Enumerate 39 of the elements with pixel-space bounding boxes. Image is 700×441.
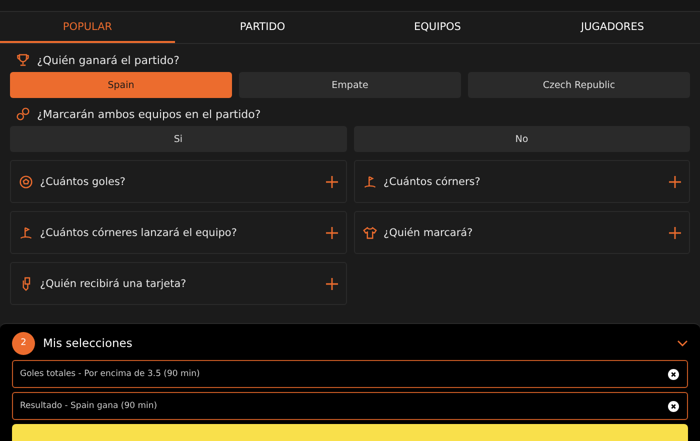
option-button[interactable]: Si xyxy=(10,126,346,152)
selections-title: Mis selecciones xyxy=(43,336,134,350)
option-button[interactable]: Empate xyxy=(239,72,461,98)
tab[interactable]: PARTIDO xyxy=(175,12,350,43)
plus-icon[interactable] xyxy=(669,176,681,188)
chevron-down-icon[interactable] xyxy=(677,340,688,346)
market-title: ¿Quién recibirá una tarjeta? xyxy=(40,278,188,290)
tab[interactable]: JUGADORES xyxy=(525,12,700,43)
market-title: ¿Quién marcará? xyxy=(384,226,474,238)
market-card[interactable]: ¿Cuántos goles? xyxy=(10,160,346,203)
plus-icon[interactable] xyxy=(669,226,681,238)
remove-icon[interactable] xyxy=(668,368,679,380)
tab[interactable]: POPULAR xyxy=(0,12,175,43)
market-card[interactable]: ¿Quién marcará? xyxy=(354,211,690,254)
market-card[interactable]: ¿Quién recibirá una tarjeta? xyxy=(10,262,346,305)
market-title: ¿Cuántos córners? xyxy=(384,176,482,188)
option-button[interactable]: No xyxy=(354,126,690,152)
plus-icon[interactable] xyxy=(326,278,338,290)
shirt-icon xyxy=(362,226,376,240)
balls-icon xyxy=(16,107,30,121)
selection-text: Resultado - Spain gana (90 min) xyxy=(20,401,158,411)
market-title: ¿Cuántos goles? xyxy=(40,176,127,188)
flag-icon xyxy=(19,226,33,240)
selection-text: Goles totales - Por encima de 3.5 (90 min) xyxy=(20,369,201,379)
ball-icon xyxy=(19,174,33,188)
market-card[interactable]: ¿Cuántos córneres lanzará el equipo? xyxy=(10,211,346,254)
plus-icon[interactable] xyxy=(326,226,338,238)
trophy-icon xyxy=(16,53,30,67)
option-button[interactable]: Czech Republic xyxy=(468,72,690,98)
market-card[interactable]: ¿Cuántos córners? xyxy=(354,160,690,203)
tab[interactable]: EQUIPOS xyxy=(350,12,525,43)
market-title: ¿Cuántos córneres lanzará el equipo? xyxy=(40,226,238,238)
question-title: ¿Quién ganará el partido? xyxy=(37,54,180,66)
remove-icon[interactable] xyxy=(668,400,679,412)
plus-icon[interactable] xyxy=(326,176,338,188)
option-button[interactable]: Spain xyxy=(10,72,232,98)
flag-icon xyxy=(362,174,376,188)
question-title: ¿Marcarán ambos equipos en el partido? xyxy=(37,108,261,120)
selection-count: 2 xyxy=(12,332,35,354)
